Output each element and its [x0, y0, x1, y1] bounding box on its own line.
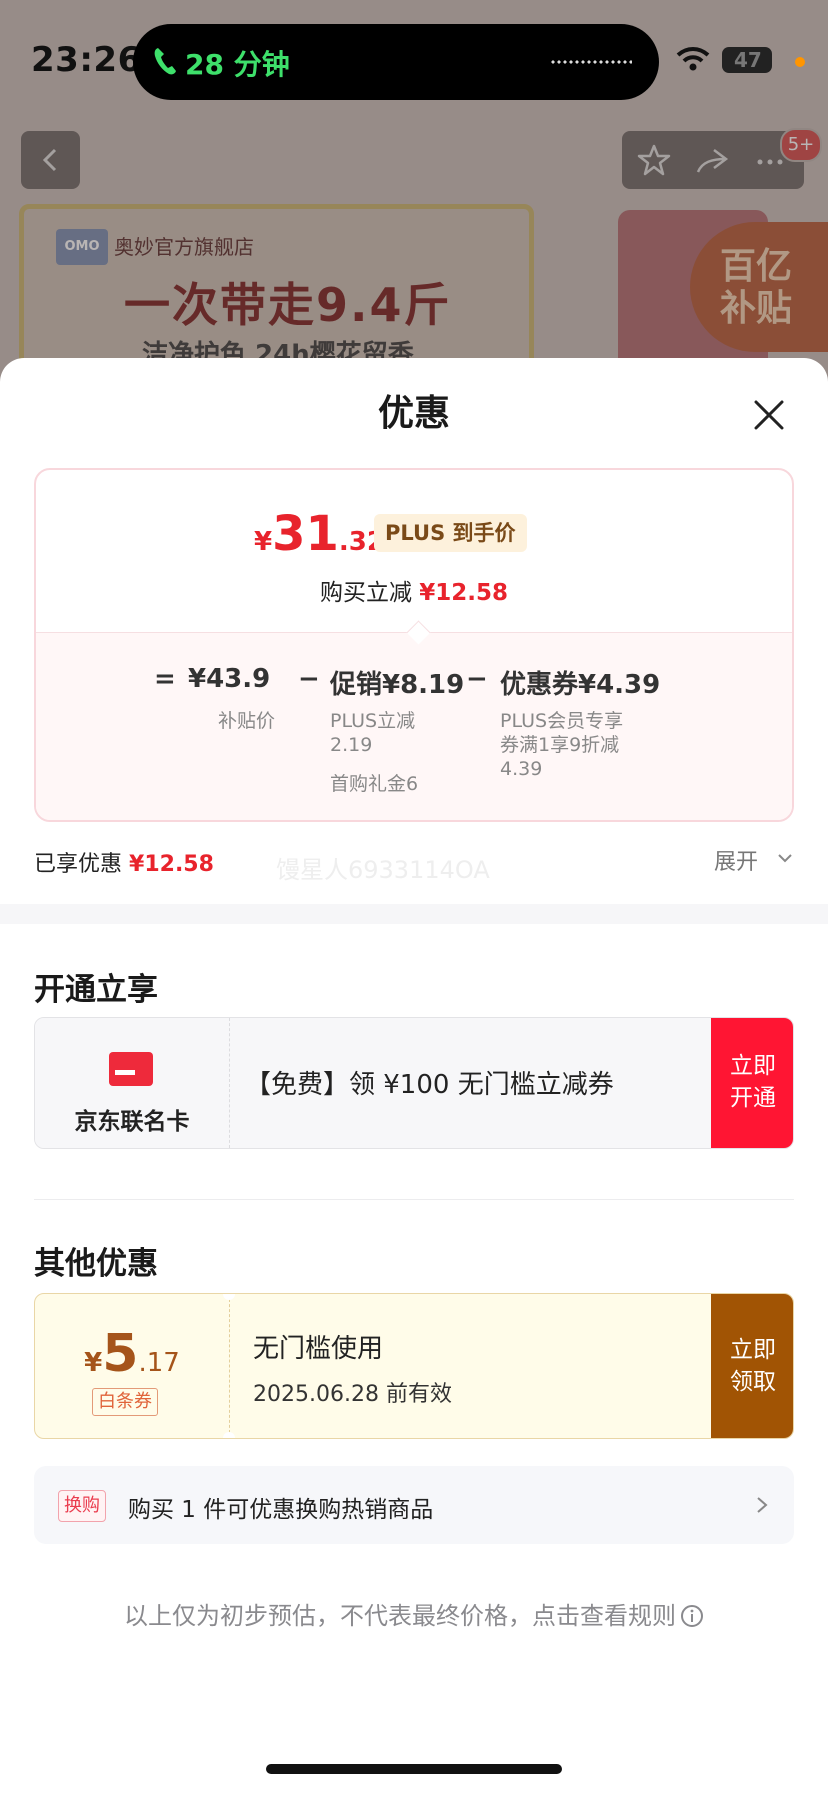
reduce-amount: ¥12.58 [419, 580, 509, 606]
formula-coupon-sub: 券满1享9折减 [500, 734, 620, 756]
card-icon-stripe [115, 1070, 135, 1075]
status-time: 23:26 [31, 40, 142, 80]
formula-equals: = [154, 664, 176, 694]
chevron-down-icon[interactable] [777, 852, 793, 864]
coupon-integer: 5 [102, 1324, 139, 1384]
sheet-title: 优惠 [377, 393, 450, 434]
divider [34, 1199, 794, 1200]
wifi-icon [676, 47, 710, 71]
claim-coupon-button[interactable]: 立即 领取 [711, 1294, 793, 1438]
open-benefits-title: 开通立享 [34, 972, 158, 1008]
formula-base: ¥43.9 [188, 664, 271, 694]
coupon-decimal: .17 [138, 1348, 180, 1378]
swap-text: 购买 1 件可优惠换购热销商品 [128, 1497, 434, 1523]
price-currency: ¥ [254, 527, 273, 557]
reduce-label: 购买立减 [319, 580, 412, 606]
coupon-currency: ¥ [84, 1348, 103, 1378]
enjoyed-label: 已享优惠 [34, 852, 123, 877]
coupon-value-area: ¥5.17 白条券 [35, 1294, 230, 1438]
expand-button[interactable]: 展开 [714, 844, 758, 876]
formula-promo: 促销¥8.19 [330, 670, 465, 700]
plus-price-tag: PLUS 到手价 [374, 514, 527, 552]
card-info: 京东联名卡 [35, 1018, 230, 1148]
chevron-right-icon [757, 1497, 768, 1513]
discount-sheet: 优惠 ¥31.32 PLUS 到手价 购买立减 ¥12.58 = ¥43.9 补… [0, 358, 828, 1796]
credit-card-icon [109, 1052, 153, 1086]
card-name: 京东联名卡 [74, 1109, 190, 1135]
final-price: ¥31.32 [254, 506, 385, 562]
formula-coupon-sub: 4.39 [500, 758, 543, 780]
audio-waveform-icon [550, 60, 632, 64]
status-bar: 23:26 28 分钟 47 [0, 0, 828, 120]
formula-coupon: 优惠券¥4.39 [500, 670, 661, 700]
coupon-expiry: 2025.06.28 前有效 [253, 1382, 452, 1407]
formula-minus: − [466, 664, 488, 694]
open-card-button[interactable]: 立即 开通 [711, 1018, 793, 1148]
price-breakdown-card: ¥31.32 PLUS 到手价 购买立减 ¥12.58 = ¥43.9 补贴价 … [34, 468, 794, 822]
button-line: 开通 [730, 1085, 776, 1111]
baitiao-coupon[interactable]: ¥5.17 白条券 无门槛使用 2025.06.28 前有效 立即 领取 [34, 1293, 794, 1439]
button-line: 立即 [730, 1337, 776, 1363]
battery-level: 47 [734, 48, 762, 72]
ticket-cutout [223, 1294, 235, 1300]
instant-reduce-row: 购买立减 ¥12.58 [36, 573, 792, 607]
info-icon[interactable] [680, 1604, 704, 1628]
enjoyed-discount: 已享优惠 ¥12.58 [34, 846, 214, 878]
enjoyed-amount: ¥12.58 [129, 852, 214, 877]
close-icon[interactable] [748, 394, 790, 436]
coupon-value: ¥5.17 [35, 1324, 229, 1384]
formula-promo-sub: 2.19 [330, 734, 373, 756]
home-indicator[interactable] [266, 1764, 562, 1774]
co-branded-card-offer[interactable]: 京东联名卡 【免费】领 ¥100 无门槛立减券 立即 开通 [34, 1017, 794, 1149]
price-disclaimer[interactable]: 以上仅为初步预估，不代表最终价格，点击查看规则 [0, 1596, 828, 1631]
watermark: 馒星人6933114OA [276, 856, 490, 884]
other-offers-title: 其他优惠 [34, 1246, 158, 1282]
formula-promo-sub: PLUS立减 [330, 710, 416, 732]
mic-indicator-icon [795, 57, 805, 67]
price-integer: 31 [272, 506, 339, 562]
formula-base-label: 补贴价 [218, 710, 276, 732]
swap-tag: 换购 [58, 1490, 106, 1522]
phone-icon [154, 48, 176, 75]
coupon-type-tag: 白条券 [92, 1388, 158, 1416]
card-offer-text: 【免费】领 ¥100 无门槛立减券 [245, 1070, 614, 1100]
formula-coupon-sub: PLUS会员专享 [500, 710, 624, 732]
formula-promo-sub: 首购礼金6 [330, 773, 419, 795]
swap-purchase-row[interactable]: 换购 购买 1 件可优惠换购热销商品 [34, 1466, 794, 1544]
section-divider [0, 904, 828, 924]
button-line: 领取 [730, 1369, 776, 1395]
call-duration: 28 分钟 [185, 48, 290, 81]
disclaimer-text: 以上仅为初步预估，不代表最终价格，点击查看规则 [124, 1602, 676, 1630]
coupon-title: 无门槛使用 [253, 1334, 384, 1364]
button-line: 立即 [730, 1053, 776, 1079]
background-product-page: OMO 奥妙官方旗舰店 一次带走9.4斤 洁净护色 24h樱花留香 百亿补贴 5… [0, 0, 828, 400]
formula-minus: − [298, 664, 320, 694]
ticket-cutout [223, 1432, 235, 1438]
